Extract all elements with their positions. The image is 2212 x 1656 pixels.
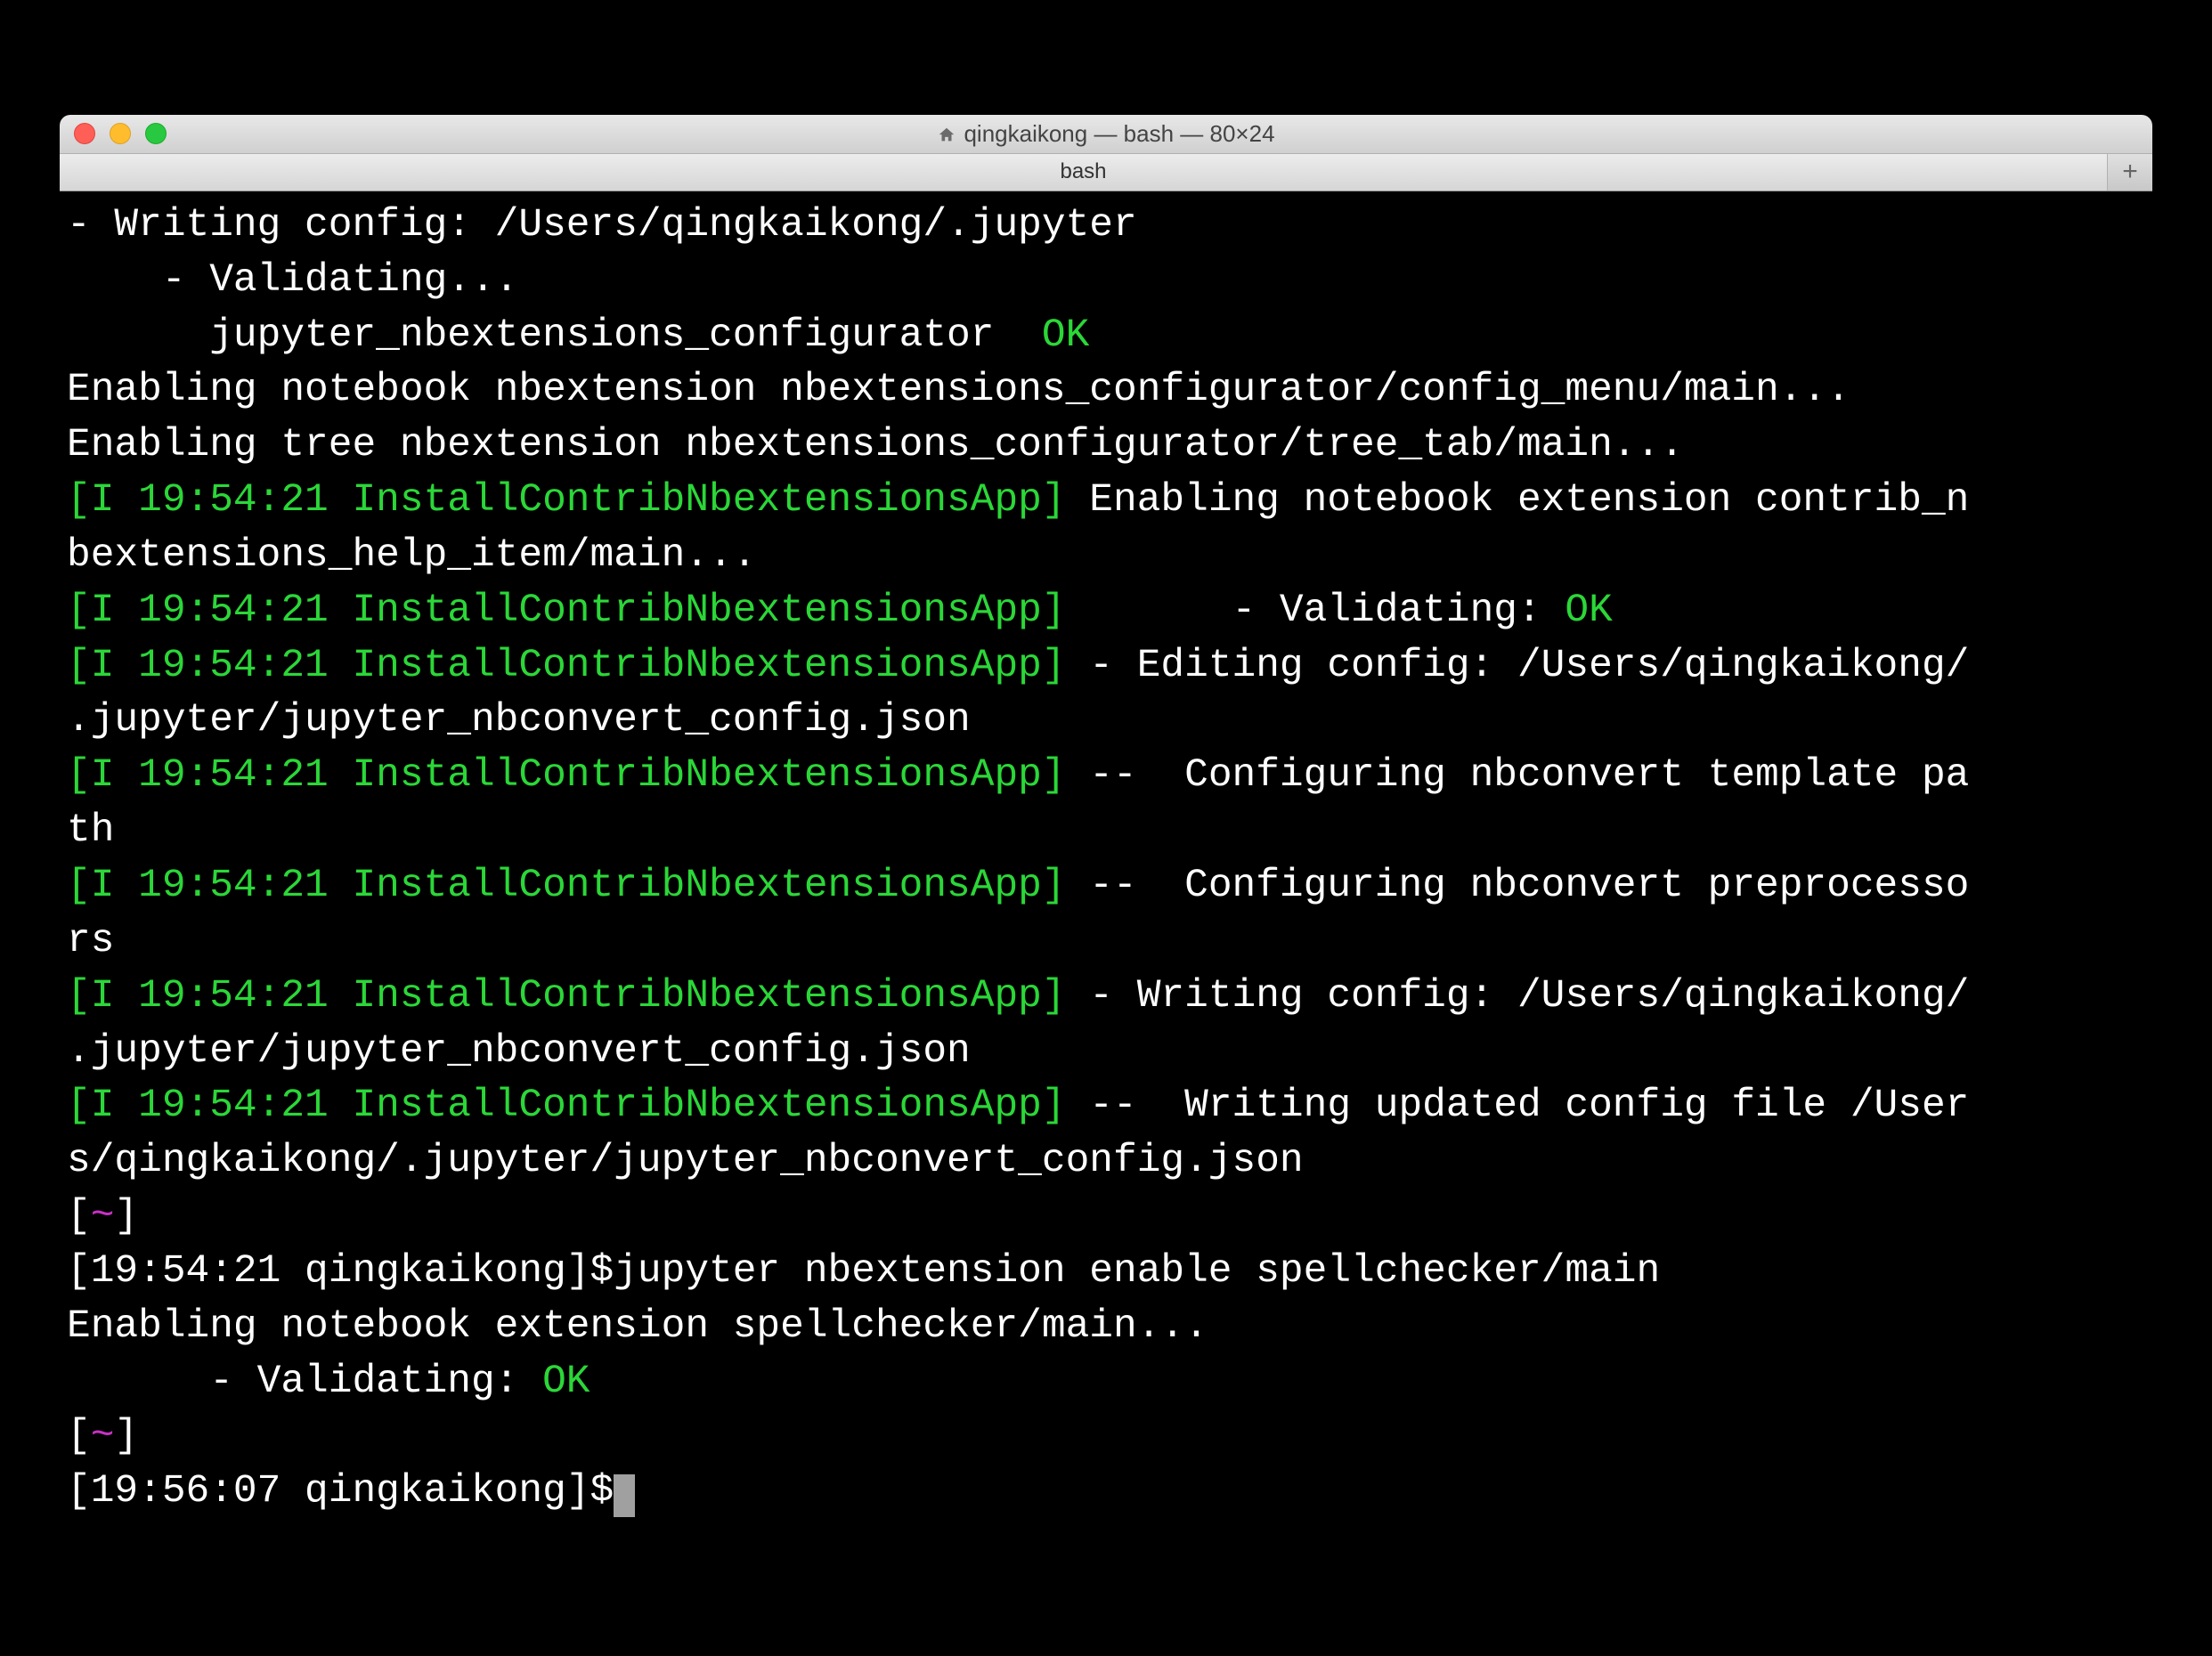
- terminal-text: - Writing config: /Users/qingkaikong/.ju…: [67, 203, 1137, 248]
- terminal-line: - Validating...: [67, 254, 2145, 309]
- terminal-window: qingkaikong — bash — 80×24 bash + - Writ…: [60, 115, 2152, 1541]
- terminal-line: [~]: [67, 1189, 2145, 1245]
- cursor: [614, 1474, 635, 1517]
- terminal-text: ~: [91, 1414, 115, 1458]
- terminal-line: [I 19:54:21 InstallContribNbextensionsAp…: [67, 859, 2145, 914]
- terminal-line: [~]: [67, 1409, 2145, 1465]
- terminal-line: [I 19:54:21 InstallContribNbextensionsAp…: [67, 639, 2145, 694]
- terminal-text: - Validating...: [67, 258, 518, 303]
- terminal-text: OK: [1565, 589, 1612, 633]
- terminal-text: [I 19:54:21 InstallContribNbextensionsAp…: [67, 589, 1066, 633]
- terminal-text: ~: [91, 1194, 115, 1238]
- terminal-text: Enabling notebook nbextension nbextensio…: [67, 368, 1850, 412]
- terminal-line: .jupyter/jupyter_nbconvert_config.json: [67, 1025, 2145, 1080]
- terminal-text: [I 19:54:21 InstallContribNbextensionsAp…: [67, 974, 1066, 1019]
- terminal-line: [I 19:54:21 InstallContribNbextensionsAp…: [67, 474, 2145, 529]
- terminal-line: [19:56:07 qingkaikong]$: [67, 1465, 2145, 1520]
- tab-bar: bash +: [60, 154, 2152, 191]
- new-tab-button[interactable]: +: [2108, 154, 2152, 191]
- terminal-line: bextensions_help_item/main...: [67, 529, 2145, 584]
- terminal-line: Enabling tree nbextension nbextensions_c…: [67, 418, 2145, 474]
- terminal-text: ]: [114, 1194, 138, 1238]
- window-titlebar[interactable]: qingkaikong — bash — 80×24: [60, 115, 2152, 154]
- terminal-text: Enabling notebook extension contrib_n: [1066, 478, 1970, 523]
- terminal-text: rs: [67, 919, 114, 963]
- close-button[interactable]: [74, 123, 95, 144]
- terminal-line: - Writing config: /Users/qingkaikong/.ju…: [67, 199, 2145, 254]
- terminal-text: [I 19:54:21 InstallContribNbextensionsAp…: [67, 753, 1066, 798]
- terminal-text: -- Configuring nbconvert preprocesso: [1066, 864, 1970, 908]
- tab-label: bash: [1060, 159, 1106, 184]
- terminal-text: Enabling tree nbextension nbextensions_c…: [67, 423, 1684, 467]
- terminal-line: .jupyter/jupyter_nbconvert_config.json: [67, 694, 2145, 749]
- traffic-lights: [74, 123, 167, 144]
- window-title-text: qingkaikong — bash — 80×24: [964, 120, 1274, 148]
- terminal-text: -- Configuring nbconvert template pa: [1066, 753, 1970, 798]
- terminal-line: rs: [67, 914, 2145, 970]
- terminal-line: [19:54:21 qingkaikong]$jupyter nbextensi…: [67, 1245, 2145, 1300]
- terminal-text: [I 19:54:21 InstallContribNbextensionsAp…: [67, 478, 1066, 523]
- terminal-text: - Editing config: /Users/qingkaikong/: [1066, 644, 1970, 688]
- terminal-line: [I 19:54:21 InstallContribNbextensionsAp…: [67, 749, 2145, 804]
- terminal-text: - Writing config: /Users/qingkaikong/: [1066, 974, 1970, 1019]
- terminal-text: -- Writing updated config file /User: [1066, 1084, 1970, 1128]
- terminal-text: Enabling notebook extension spellchecker…: [67, 1304, 1208, 1349]
- terminal-text: OK: [542, 1360, 590, 1404]
- terminal-text: jupyter_nbextensions_configurator: [67, 313, 1018, 358]
- terminal-text: bextensions_help_item/main...: [67, 533, 756, 578]
- terminal-text: th: [67, 808, 114, 853]
- terminal-line: [I 19:54:21 InstallContribNbextensionsAp…: [67, 1079, 2145, 1134]
- terminal-line: th: [67, 804, 2145, 859]
- terminal-text: .jupyter/jupyter_nbconvert_config.json: [67, 1029, 971, 1074]
- terminal-line: Enabling notebook nbextension nbextensio…: [67, 363, 2145, 418]
- zoom-button[interactable]: [145, 123, 167, 144]
- terminal-line: - Validating: OK: [67, 1355, 2145, 1410]
- terminal-text: [I 19:54:21 InstallContribNbextensionsAp…: [67, 644, 1066, 688]
- plus-icon: +: [2122, 157, 2138, 187]
- terminal-text: ]: [114, 1414, 138, 1458]
- terminal-text: [19:56:07 qingkaikong]$: [67, 1469, 614, 1514]
- terminal-text: [19:54:21 qingkaikong]$jupyter nbextensi…: [67, 1249, 1660, 1294]
- tab-bash[interactable]: bash: [60, 154, 2108, 191]
- minimize-button[interactable]: [110, 123, 131, 144]
- terminal-line: [I 19:54:21 InstallContribNbextensionsAp…: [67, 584, 2145, 639]
- terminal-text: [I 19:54:21 InstallContribNbextensionsAp…: [67, 864, 1066, 908]
- terminal-text: - Validating:: [1066, 589, 1565, 633]
- terminal-line: jupyter_nbextensions_configurator OK: [67, 309, 2145, 364]
- window-title: qingkaikong — bash — 80×24: [74, 120, 2138, 148]
- terminal-content[interactable]: - Writing config: /Users/qingkaikong/ .ju…: [60, 191, 2152, 1541]
- terminal-line: s/qingkaikong/.jupyter/jupyter_nbconvert…: [67, 1134, 2145, 1189]
- terminal-line: [I 19:54:21 InstallContribNbextensionsAp…: [67, 970, 2145, 1025]
- terminal-text: [: [67, 1194, 91, 1238]
- terminal-text: s/qingkaikong/.jupyter/jupyter_nbconvert…: [67, 1139, 1304, 1183]
- terminal-text: .jupyter/jupyter_nbconvert_config.json: [67, 698, 971, 743]
- terminal-text: - Validating:: [67, 1360, 542, 1404]
- terminal-line: Enabling notebook extension spellchecker…: [67, 1300, 2145, 1355]
- terminal-text: [I 19:54:21 InstallContribNbextensionsAp…: [67, 1084, 1066, 1128]
- terminal-text: OK: [1018, 313, 1089, 358]
- terminal-text: [: [67, 1414, 91, 1458]
- home-icon: [937, 124, 956, 143]
